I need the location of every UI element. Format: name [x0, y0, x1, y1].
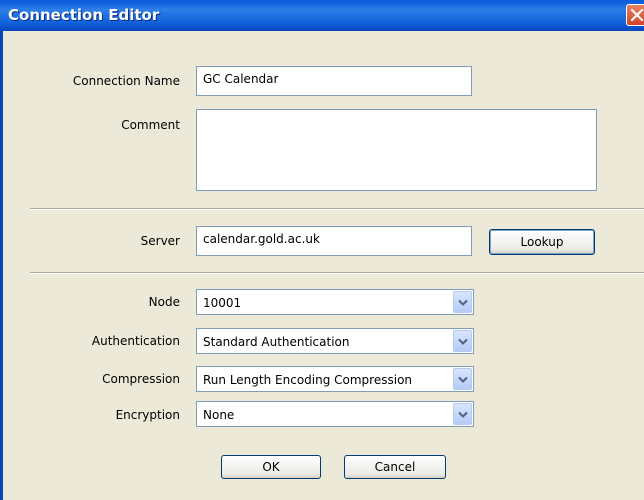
chevron-down-icon [458, 376, 468, 383]
compression-dropdown-button[interactable] [453, 368, 472, 390]
connection-name-label: Connection Name [72, 74, 180, 88]
encryption-select[interactable]: None [196, 401, 474, 427]
chevron-down-icon [458, 338, 468, 345]
server-value: calendar.gold.ac.uk [203, 232, 320, 246]
connection-editor-window: Connection Editor Connection Name GC Cal… [0, 0, 644, 500]
lookup-button[interactable]: Lookup [489, 229, 595, 255]
encryption-dropdown-button[interactable] [453, 403, 472, 425]
compression-label: Compression [102, 372, 180, 386]
compression-select[interactable]: Run Length Encoding Compression [196, 366, 474, 392]
connection-name-input[interactable]: GC Calendar [196, 66, 472, 96]
node-dropdown-button[interactable] [453, 291, 472, 313]
close-icon [630, 8, 644, 22]
comment-label: Comment [121, 118, 180, 132]
close-button[interactable] [626, 4, 644, 26]
connection-name-value: GC Calendar [203, 72, 279, 86]
ok-button[interactable]: OK [221, 455, 321, 479]
authentication-dropdown-button[interactable] [453, 330, 472, 352]
chevron-down-icon [458, 299, 468, 306]
title-bar[interactable]: Connection Editor [0, 0, 644, 31]
node-label: Node [148, 295, 180, 309]
authentication-select[interactable]: Standard Authentication [196, 328, 474, 354]
encryption-label: Encryption [115, 408, 180, 422]
separator-top [30, 208, 644, 210]
window-border [0, 31, 3, 500]
node-value: 10001 [203, 296, 242, 310]
cancel-button[interactable]: Cancel [344, 455, 446, 479]
node-select[interactable]: 10001 [196, 289, 474, 315]
chevron-down-icon [458, 411, 468, 418]
window-title: Connection Editor [8, 6, 160, 24]
server-label: Server [140, 234, 180, 248]
separator-bottom [30, 272, 644, 274]
compression-value: Run Length Encoding Compression [203, 373, 413, 387]
authentication-label: Authentication [91, 334, 180, 348]
server-input[interactable]: calendar.gold.ac.uk [196, 226, 472, 256]
encryption-value: None [203, 408, 235, 422]
authentication-value: Standard Authentication [203, 335, 350, 349]
comment-textarea[interactable] [196, 109, 597, 191]
